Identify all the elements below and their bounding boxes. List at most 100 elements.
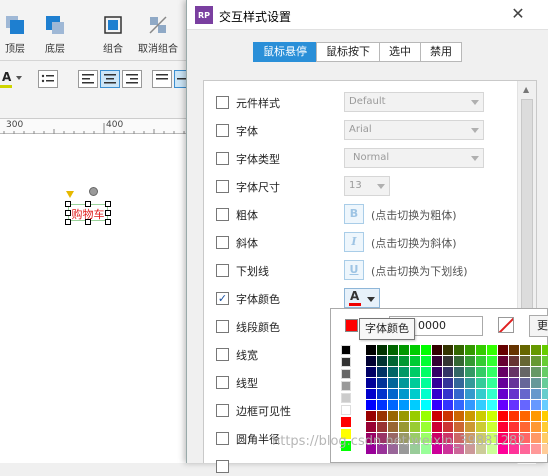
- color-swatch[interactable]: [476, 378, 486, 388]
- color-swatch[interactable]: [366, 411, 376, 421]
- color-swatch[interactable]: [487, 356, 497, 366]
- color-swatch[interactable]: [421, 422, 431, 432]
- color-swatch[interactable]: [454, 411, 464, 421]
- checkbox[interactable]: [216, 460, 229, 473]
- color-swatch[interactable]: [366, 422, 376, 432]
- color-swatch[interactable]: [487, 389, 497, 399]
- color-swatch[interactable]: [509, 400, 519, 410]
- color-swatch[interactable]: [520, 400, 530, 410]
- font-type-select[interactable]: Normal: [344, 148, 484, 168]
- color-swatch[interactable]: [432, 378, 442, 388]
- resize-handle[interactable]: [65, 201, 71, 207]
- checkbox[interactable]: [216, 320, 229, 333]
- color-swatch[interactable]: [432, 345, 442, 355]
- checkbox-checked[interactable]: ✓: [216, 292, 229, 305]
- resize-handle[interactable]: [105, 219, 111, 225]
- color-swatch[interactable]: [465, 411, 475, 421]
- font-color-dropdown-button[interactable]: A: [344, 288, 380, 308]
- color-swatch[interactable]: [388, 400, 398, 410]
- color-swatch[interactable]: [454, 356, 464, 366]
- color-swatch[interactable]: [399, 389, 409, 399]
- color-swatch[interactable]: [498, 411, 508, 421]
- resize-handle[interactable]: [65, 210, 71, 216]
- color-swatch[interactable]: [531, 367, 541, 377]
- color-swatch[interactable]: [443, 378, 453, 388]
- color-swatch[interactable]: [421, 411, 431, 421]
- align-left-icon[interactable]: [78, 70, 98, 88]
- more-colors-button[interactable]: 更: [529, 315, 548, 337]
- color-swatch[interactable]: [520, 389, 530, 399]
- color-swatch[interactable]: [410, 378, 420, 388]
- color-swatch[interactable]: [476, 345, 486, 355]
- color-swatch[interactable]: [443, 356, 453, 366]
- scroll-thumb[interactable]: [521, 99, 533, 309]
- color-swatch[interactable]: [377, 345, 387, 355]
- tab-mouse-down[interactable]: 鼠标按下: [316, 42, 380, 62]
- bring-to-front-button[interactable]: 顶层: [4, 14, 26, 55]
- checkbox[interactable]: [216, 96, 229, 109]
- font-color-button[interactable]: A: [0, 70, 26, 88]
- color-swatch[interactable]: [531, 422, 541, 432]
- color-swatch[interactable]: [509, 356, 519, 366]
- scroll-up-arrow-icon[interactable]: ▲: [523, 85, 529, 94]
- color-swatch[interactable]: [476, 411, 486, 421]
- color-swatch[interactable]: [388, 345, 398, 355]
- color-swatch[interactable]: [341, 405, 351, 415]
- color-swatch[interactable]: [531, 444, 541, 454]
- color-swatch[interactable]: [498, 378, 508, 388]
- color-swatch[interactable]: [498, 400, 508, 410]
- color-swatch[interactable]: [542, 433, 548, 443]
- font-select[interactable]: Arial: [344, 120, 484, 140]
- color-swatch[interactable]: [520, 411, 530, 421]
- color-swatch[interactable]: [432, 422, 442, 432]
- underline-toggle-button[interactable]: U: [344, 260, 364, 280]
- checkbox[interactable]: [216, 152, 229, 165]
- checkbox[interactable]: [216, 348, 229, 361]
- color-swatch[interactable]: [341, 357, 351, 367]
- ungroup-button[interactable]: 取消组合: [138, 14, 178, 55]
- color-swatch[interactable]: [410, 367, 420, 377]
- resize-handle[interactable]: [85, 219, 91, 225]
- resize-handle[interactable]: [85, 201, 91, 207]
- color-swatch[interactable]: [454, 422, 464, 432]
- color-swatch[interactable]: [341, 369, 351, 379]
- color-swatch[interactable]: [542, 444, 548, 454]
- color-swatch[interactable]: [341, 381, 351, 391]
- color-swatch[interactable]: [410, 345, 420, 355]
- color-swatch[interactable]: [399, 367, 409, 377]
- bold-toggle-button[interactable]: B: [344, 204, 364, 224]
- color-swatch[interactable]: [487, 378, 497, 388]
- color-swatch[interactable]: [476, 356, 486, 366]
- color-swatch[interactable]: [465, 367, 475, 377]
- color-swatch[interactable]: [388, 378, 398, 388]
- color-swatch[interactable]: [476, 389, 486, 399]
- color-swatch[interactable]: [542, 422, 548, 432]
- color-swatch[interactable]: [443, 400, 453, 410]
- color-swatch[interactable]: [443, 345, 453, 355]
- color-swatch[interactable]: [487, 345, 497, 355]
- font-size-select[interactable]: 13: [344, 176, 390, 196]
- color-swatch[interactable]: [509, 345, 519, 355]
- color-swatch[interactable]: [341, 345, 351, 355]
- group-button[interactable]: 组合: [102, 14, 124, 55]
- dialog-titlebar[interactable]: RP 交互样式设置 ✕: [187, 0, 548, 30]
- color-swatch[interactable]: [432, 400, 442, 410]
- color-swatch[interactable]: [509, 389, 519, 399]
- checkbox[interactable]: [216, 264, 229, 277]
- italic-toggle-button[interactable]: I: [344, 232, 364, 252]
- color-swatch[interactable]: [410, 411, 420, 421]
- color-swatch[interactable]: [509, 422, 519, 432]
- color-swatch[interactable]: [377, 356, 387, 366]
- color-swatch[interactable]: [410, 422, 420, 432]
- color-swatch[interactable]: [377, 400, 387, 410]
- color-swatch[interactable]: [443, 389, 453, 399]
- color-swatch[interactable]: [498, 389, 508, 399]
- color-swatch[interactable]: [531, 356, 541, 366]
- resize-handle[interactable]: [65, 219, 71, 225]
- color-swatch[interactable]: [487, 411, 497, 421]
- color-swatch[interactable]: [421, 345, 431, 355]
- color-swatch[interactable]: [476, 422, 486, 432]
- color-swatch[interactable]: [465, 345, 475, 355]
- color-swatch[interactable]: [388, 356, 398, 366]
- design-canvas[interactable]: 购物车: [0, 134, 190, 463]
